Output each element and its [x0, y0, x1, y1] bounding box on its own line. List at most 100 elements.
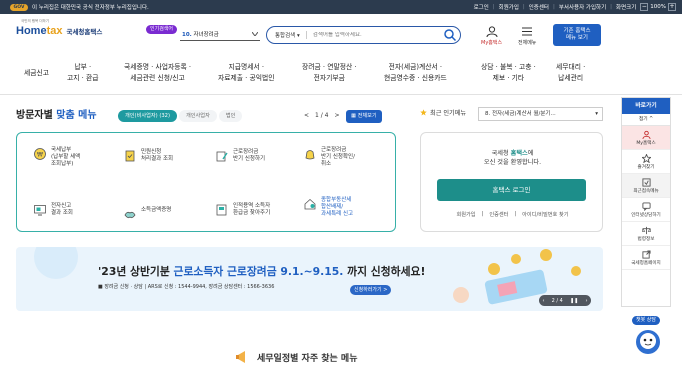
monitor-icon [34, 205, 46, 216]
promo-banner[interactable]: '23년 상반기분 근로소득자 근로장려금 9.1.~9.15. 까지 신청하세… [16, 247, 603, 311]
popular-term: 자녀장려금 [193, 31, 219, 38]
user-icon [641, 130, 651, 139]
nav-e-invoice[interactable]: 전자(세금)계산서 · 현금영수증 · 신용카드 [384, 62, 447, 84]
all-menu-button[interactable]: 전체메뉴 [518, 26, 536, 46]
login-button[interactable]: 홈택스 로그인 [437, 179, 586, 201]
quick-item-refund-finder[interactable]: 인적용역 소득자 환급금 찾아주기 [215, 203, 270, 217]
zoom-out-button[interactable]: − [640, 3, 649, 11]
visitor-tabs: 개인(비사업자) (32) 개인사업자 법인 [118, 110, 243, 122]
search-input[interactable] [306, 32, 443, 38]
mytax-label: My홈택스 [481, 40, 503, 46]
logo-wordmark: Hometax [16, 25, 63, 37]
nav-incentives[interactable]: 장려금 · 연말정산 · 전자기부금 [302, 62, 357, 84]
menu-icon [522, 27, 533, 36]
banner-next-button[interactable]: › [585, 298, 587, 304]
form-pen-icon [216, 151, 228, 162]
sidebar-item-law-info[interactable]: 법령정보 [622, 222, 670, 246]
sidebar-item-online-consult[interactable]: 인터넷상담하기 [622, 198, 670, 222]
scale-icon [641, 226, 651, 234]
quick-item-earned-income-check[interactable]: 근로장려금 반기 신청확인/취소 [303, 147, 355, 168]
legacy-menu-button[interactable]: 기존 홈택스 메뉴 보기 [553, 24, 601, 46]
menu-pager: < 1 / 4 > [304, 112, 340, 119]
search-scope-select[interactable]: 통합검색 ▾ [267, 31, 307, 39]
login-link[interactable]: 로그인 [474, 3, 489, 11]
sidebar-item-nts-homepage[interactable]: 국세청홈페이지 [622, 246, 670, 270]
nav-payment[interactable]: 납부 · 고지 · 환급 [67, 62, 99, 84]
tab-individual[interactable]: 개인(비사업자) (32) [118, 110, 177, 122]
gov-emblem-icon: GOV [10, 3, 28, 11]
signup-link[interactable]: 회원가입 [499, 3, 519, 11]
recent-icon [641, 177, 651, 187]
document-check-icon [125, 150, 135, 162]
popular-rank: 10. [182, 31, 192, 38]
hometax-logo[interactable]: 국민의 행복 더하기 Hometax 국세청홈택스 [16, 19, 103, 37]
cert-center-link[interactable]: 인증센터 [489, 211, 508, 218]
utility-links: 로그인 | 회원가입 | 인증센터 | 부서사용자 가입하기 | 화면크기 − 100%… [473, 3, 676, 11]
nav-tax-return[interactable]: 세금신고 [24, 68, 49, 79]
money-bag-icon [305, 150, 315, 160]
mytax-button[interactable]: My홈택스 [481, 26, 502, 46]
visitor-menu-title: 방문자별 맞춤 메뉴 [16, 110, 97, 121]
house-icon [304, 198, 316, 210]
cert-center-link[interactable]: 인증센터 [529, 3, 549, 11]
pager-next-button[interactable]: > [335, 112, 340, 119]
chat-icon [641, 201, 651, 211]
tab-corporation[interactable]: 법인 [218, 110, 243, 122]
sidebar-collapse-button[interactable]: 접기 ^ [622, 114, 670, 126]
chatbot-label[interactable]: 챗봇 상담 [632, 316, 660, 325]
banner-title: '23년 상반기분 근로소득자 근로장려금 9.1.~9.15. 까지 신청하세… [98, 265, 426, 278]
banner-page-indicator: 2 / 4 [551, 297, 563, 304]
logo-subtitle: 국세청홈택스 [66, 28, 103, 36]
zoom-in-button[interactable]: + [668, 3, 676, 11]
search-icon[interactable] [443, 28, 457, 42]
zoom-control: − 100% + [640, 3, 676, 11]
quick-item-earned-income-apply[interactable]: 근로장려금 반기 신청하기 [215, 149, 265, 163]
banner-subtext: ■ 장려금 신청 · 상담 | ARS로 신청 : 1544-9944, 장려금… [98, 284, 275, 290]
all-menu-label: 전체메뉴 [518, 40, 537, 46]
popular-search-tag: 인기검색어 [146, 25, 178, 34]
search-bar: 통합검색 ▾ [266, 26, 461, 44]
megaphone-icon [236, 351, 245, 363]
gov-notice-bar: GOV 이 누리집은 대한민국 공식 전자정부 누리집입니다. 로그인 | 회원가… [0, 0, 682, 14]
view-all-button[interactable]: ▦ 전체보기 [346, 110, 382, 123]
quick-item-income-certificate[interactable]: 소득금액증명 [123, 207, 171, 221]
dept-user-link[interactable]: 부서사용자 가입하기 [559, 3, 606, 11]
quick-item-tax-payment[interactable]: ₩ 국세납부 (납부할 세액 조회납부) [33, 147, 80, 168]
nav-payment-statements[interactable]: 지급명세서 · 자료제출 · 공익법인 [218, 62, 275, 84]
welcome-message: 국세청 홈택스에 오신 것을 환영합니다. [483, 150, 542, 166]
chevron-down-icon [252, 31, 258, 36]
popular-menu-label: 최근 인기메뉴 [420, 108, 466, 117]
pager-prev-button[interactable]: < [304, 112, 309, 119]
handshake-icon [124, 211, 136, 219]
svg-text:₩: ₩ [37, 152, 43, 159]
quick-item-civil-request[interactable]: 민원신청 처리결과 조회 [123, 149, 173, 163]
nav-certificates[interactable]: 국세증명 · 사업자등록 · 세금관련 신청/신고 [124, 62, 191, 84]
popular-search-ticker[interactable]: 10. 자녀장려금 [180, 27, 260, 41]
find-account-link[interactable]: 아이디/비밀번호 찾기 [522, 211, 568, 218]
tab-sole-proprietor[interactable]: 개인사업자 [178, 110, 217, 122]
quick-item-e-filing-result[interactable]: 전자신고 결과 조회 [33, 203, 73, 217]
document-icon [216, 204, 227, 216]
star-icon [420, 109, 427, 116]
zoom-level: 100% [650, 4, 666, 10]
gov-notice-text: 이 누리집은 대한민국 공식 전자정부 누리집입니다. [32, 5, 149, 11]
star-icon [641, 153, 651, 163]
sidebar-item-favorites[interactable]: 즐겨찾기 [622, 150, 670, 174]
nav-tax-agent[interactable]: 세무대리 · 납세관리 [556, 62, 585, 84]
login-links: 회원가입 | 인증센터 | 아이디/비밀번호 찾기 [456, 211, 569, 218]
banner-pager: ‹ 2 / 4 ❚❚ › [539, 295, 591, 306]
logo-tagline: 국민의 행복 더하기 [21, 19, 49, 23]
popular-menu-select[interactable]: 8. 전자(세금)계산서 월/분기... ▾ [478, 107, 603, 121]
banner-prev-button[interactable]: ‹ [543, 298, 545, 304]
main-nav: 세금신고 납부 · 고지 · 환급 국세증명 · 사업자등록 · 세금관련 신청/신… [0, 57, 682, 95]
nav-consulting[interactable]: 상담 · 불복 · 고충 · 제보 · 기타 [481, 62, 536, 84]
sidebar-item-recent[interactable]: 최근접속메뉴 [622, 174, 670, 198]
coin-icon: ₩ [34, 148, 46, 160]
sidebar-item-mytax[interactable]: My홈택스 [622, 126, 670, 150]
banner-pause-button[interactable]: ❚❚ [570, 298, 578, 304]
signup-link[interactable]: 회원가입 [456, 211, 475, 218]
banner-apply-button[interactable]: 신청하러가기 > [350, 285, 392, 295]
sidebar-title: 바로가기 [622, 98, 670, 114]
quick-item-property-tax[interactable]: 종합부동산세 합산배제/과세특례 신고 [303, 197, 353, 218]
quick-links-sidebar: 바로가기 접기 ^ My홈택스 즐겨찾기 최근접속메뉴 인터넷상담하기 법령정보… [621, 97, 671, 307]
